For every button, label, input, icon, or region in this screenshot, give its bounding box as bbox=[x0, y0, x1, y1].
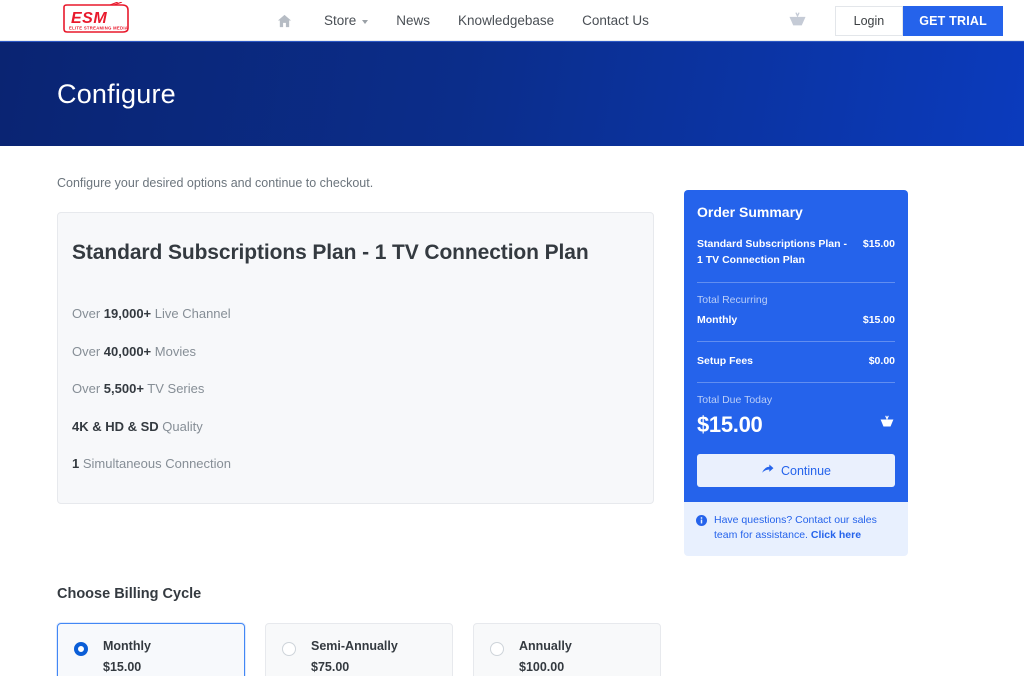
continue-button-label: Continue bbox=[780, 463, 832, 478]
page-subtitle: Configure your desired options and conti… bbox=[57, 176, 374, 190]
order-summary-title: Order Summary bbox=[697, 204, 803, 220]
total-due-label: Total Due Today bbox=[697, 394, 773, 407]
info-icon bbox=[696, 513, 707, 531]
setup-fees-label: Setup Fees bbox=[697, 354, 754, 367]
page-banner: Configure bbox=[0, 41, 1024, 146]
feature-suffix: TV Series bbox=[143, 381, 205, 397]
main-content: Configure your desired options and conti… bbox=[0, 146, 1024, 676]
plan-feature: Over 19,000+ Live Channel bbox=[72, 295, 639, 333]
divider bbox=[697, 281, 895, 283]
svg-text:ESM: ESM bbox=[71, 10, 107, 27]
order-summary-panel: Order Summary Standard Subscriptions Pla… bbox=[684, 190, 908, 503]
total-due-amount: $15.00 bbox=[697, 412, 763, 438]
billing-cycle-title: Choose Billing Cycle bbox=[57, 585, 202, 602]
plan-feature: Over 5,500+ TV Series bbox=[72, 370, 639, 408]
shopping-basket-icon[interactable] bbox=[783, 0, 813, 41]
esm-logo-icon: ESM ELITE STREAMING MEDIA bbox=[63, 2, 129, 33]
feature-value: 5,500+ bbox=[103, 381, 144, 397]
plan-feature-list: Over 19,000+ Live Channel Over 40,000+ M… bbox=[72, 295, 639, 483]
divider bbox=[697, 382, 895, 384]
total-due-row: $15.00 bbox=[697, 412, 895, 438]
site-logo[interactable]: ESM ELITE STREAMING MEDIA bbox=[57, 1, 135, 37]
shopping-basket-icon bbox=[879, 415, 895, 435]
total-due-block: Total Due Today $15.00 bbox=[697, 394, 895, 438]
feature-suffix: Quality bbox=[158, 418, 203, 434]
nav-item-contact-us[interactable]: Contact Us bbox=[568, 0, 663, 41]
home-icon[interactable] bbox=[270, 0, 298, 41]
configure-layout: Standard Subscriptions Plan - 1 TV Conne… bbox=[57, 190, 967, 556]
billing-option-info: Annually $100.00 SAVE 44% bbox=[519, 638, 572, 676]
get-trial-button[interactable]: GET TRIAL bbox=[903, 5, 1003, 36]
help-box[interactable]: Have questions? Contact our sales team f… bbox=[684, 502, 908, 556]
help-link[interactable]: Click here bbox=[811, 529, 861, 541]
chevron-down-icon bbox=[362, 19, 369, 24]
recurring-price: $15.00 bbox=[862, 313, 895, 326]
radio-semi-annually[interactable] bbox=[282, 641, 296, 656]
svg-text:ELITE STREAMING MEDIA: ELITE STREAMING MEDIA bbox=[69, 26, 128, 31]
radio-monthly[interactable] bbox=[74, 641, 88, 656]
nav-item-store[interactable]: Store bbox=[310, 0, 382, 41]
feature-suffix: Simultaneous Connection bbox=[79, 456, 231, 472]
primary-nav-links: Store News Knowledgebase Contact Us bbox=[270, 0, 663, 41]
feature-value: 40,000+ bbox=[103, 343, 152, 359]
billing-option-price: $100.00 bbox=[519, 660, 565, 674]
setup-fees-row: Setup Fees $0.00 bbox=[697, 353, 895, 369]
order-summary-column: Order Summary Standard Subscriptions Pla… bbox=[684, 190, 908, 556]
plan-feature: Over 40,000+ Movies bbox=[72, 333, 639, 371]
feature-value: 19,000+ bbox=[103, 306, 152, 321]
billing-option-price: $75.00 bbox=[311, 660, 350, 674]
order-summary-item-row: Standard Subscriptions Plan - 1 TV Conne… bbox=[697, 236, 895, 269]
setup-fees-price: $0.00 bbox=[868, 354, 895, 367]
radio-annually[interactable] bbox=[490, 641, 504, 656]
billing-option-info: Semi-Annually $75.00 SAVE 16% bbox=[311, 638, 398, 676]
recurring-cycle-label: Monthly bbox=[697, 313, 738, 326]
billing-cycle-options: Monthly $15.00 - Semi-Annually $75.00 SA… bbox=[57, 622, 967, 676]
feature-prefix: Over bbox=[72, 381, 104, 397]
divider bbox=[697, 340, 895, 342]
billing-cycle-section: Choose Billing Cycle Monthly $15.00 - Se… bbox=[57, 586, 967, 676]
nav-item-news[interactable]: News bbox=[382, 0, 444, 41]
page-title: Configure bbox=[57, 78, 176, 109]
continue-button[interactable]: Continue bbox=[697, 454, 895, 488]
arrow-right-icon bbox=[761, 464, 774, 478]
feature-value: 4K & HD & SD bbox=[72, 418, 159, 434]
feature-suffix: Live Channel bbox=[151, 306, 231, 321]
billing-option-semi-annually[interactable]: Semi-Annually $75.00 SAVE 16% bbox=[265, 622, 453, 676]
billing-option-annually[interactable]: Annually $100.00 SAVE 44% bbox=[473, 622, 661, 676]
top-navigation-bar: ESM ELITE STREAMING MEDIA Store News Kno… bbox=[0, 0, 1024, 41]
billing-option-name: Monthly bbox=[103, 638, 151, 653]
plan-feature: 1 Simultaneous Connection bbox=[72, 445, 639, 483]
billing-option-name: Semi-Annually bbox=[311, 638, 398, 653]
billing-option-monthly[interactable]: Monthly $15.00 - bbox=[57, 622, 245, 676]
recurring-row: Monthly $15.00 bbox=[697, 312, 895, 328]
plan-title: Standard Subscriptions Plan - 1 TV Conne… bbox=[72, 241, 589, 264]
nav-item-knowledgebase[interactable]: Knowledgebase bbox=[444, 0, 568, 41]
feature-suffix: Movies bbox=[151, 343, 196, 359]
total-recurring-label: Total Recurring bbox=[697, 293, 768, 306]
feature-prefix: Over bbox=[72, 343, 104, 359]
login-button[interactable]: Login bbox=[834, 5, 904, 36]
help-text: Have questions? Contact our sales team f… bbox=[714, 513, 896, 543]
billing-option-name: Annually bbox=[519, 638, 572, 653]
nav-item-store-label: Store bbox=[324, 13, 357, 28]
nav-right-actions: Login GET TRIAL bbox=[783, 0, 1003, 41]
plan-card: Standard Subscriptions Plan - 1 TV Conne… bbox=[57, 212, 654, 504]
order-summary-item-label: Standard Subscriptions Plan - 1 TV Conne… bbox=[697, 238, 847, 267]
billing-option-price: $15.00 bbox=[103, 660, 142, 674]
billing-option-info: Monthly $15.00 - bbox=[103, 638, 151, 676]
plan-feature: 4K & HD & SD Quality bbox=[72, 408, 639, 446]
order-summary-item-price: $15.00 bbox=[862, 238, 895, 250]
feature-prefix: Over bbox=[72, 306, 104, 321]
